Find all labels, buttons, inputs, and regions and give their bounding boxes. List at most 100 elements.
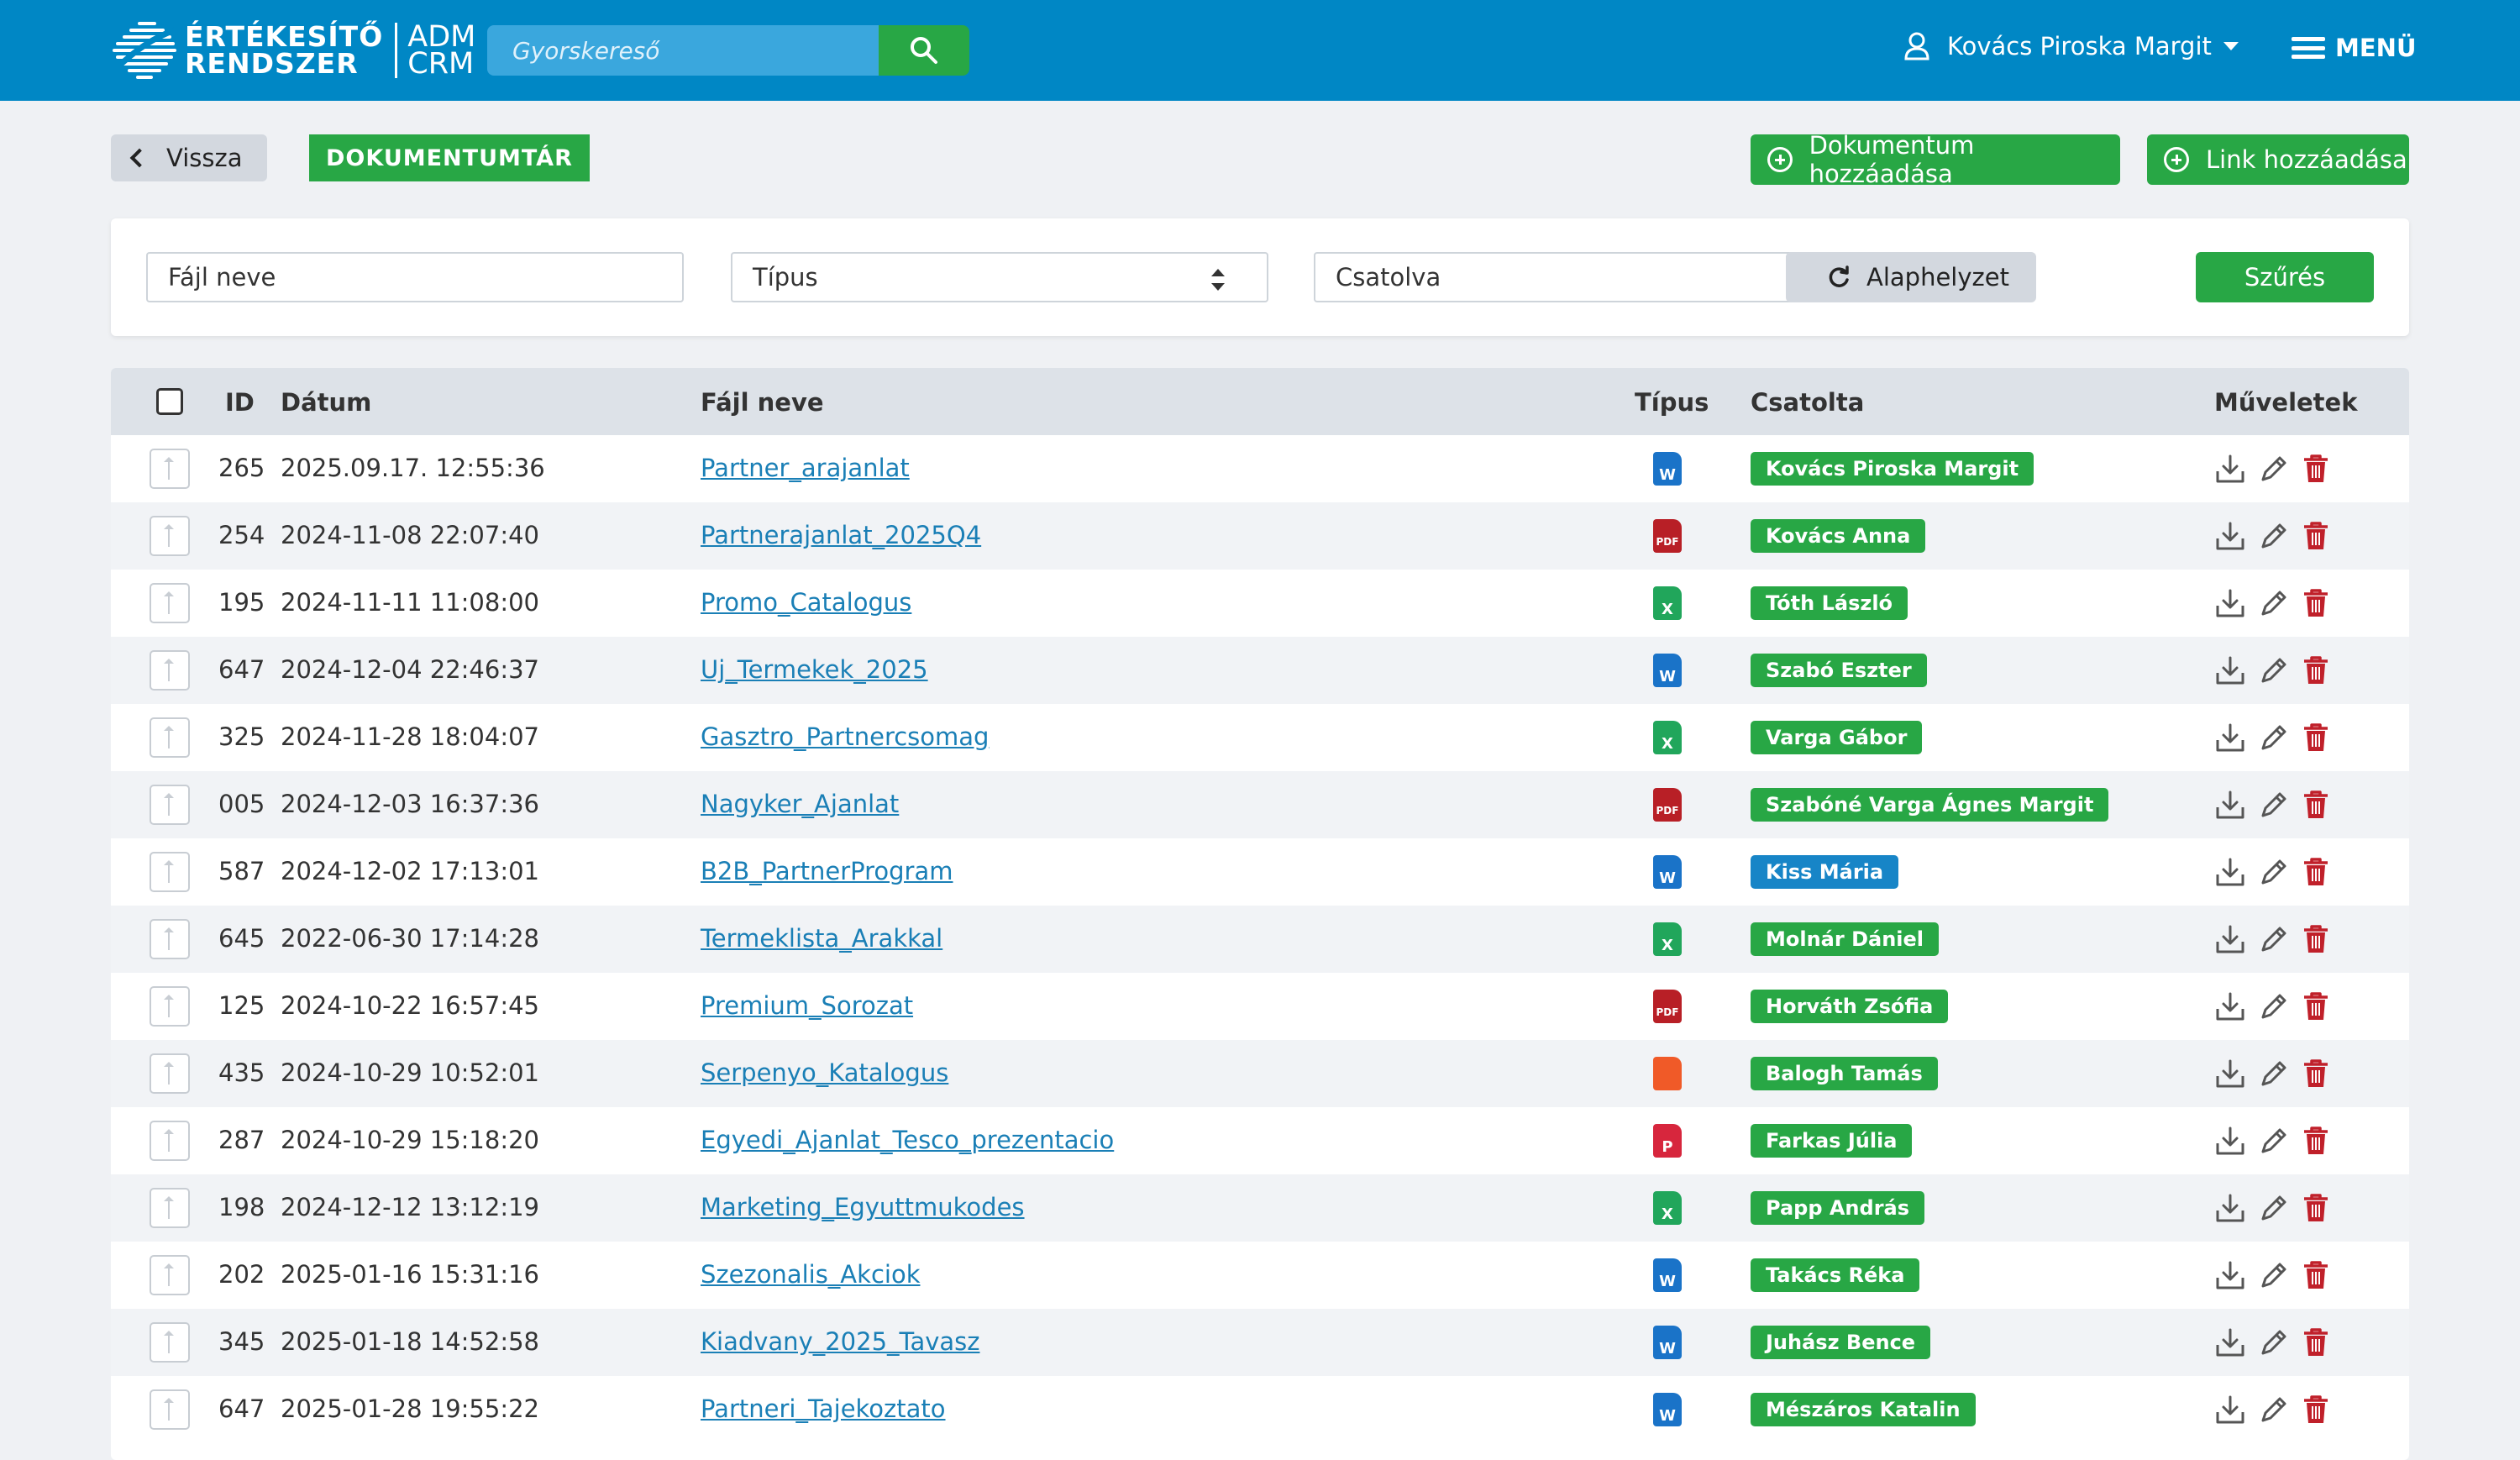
delete-icon[interactable] [2302,587,2330,619]
download-icon[interactable] [2214,923,2246,955]
edit-icon[interactable] [2258,789,2290,821]
col-date[interactable]: Dátum [281,388,371,417]
download-icon[interactable] [2214,587,2246,619]
row-filename-link[interactable]: Gasztro_Partnercsomag [701,722,989,751]
row-filename-link[interactable]: Serpenyo_Katalogus [701,1058,948,1087]
drag-handle-icon[interactable] [150,919,190,959]
delete-icon[interactable] [2302,1394,2330,1426]
edit-icon[interactable] [2258,520,2290,552]
edit-icon[interactable] [2258,453,2290,485]
drag-handle-icon[interactable] [150,717,190,758]
row-id: 435 [218,1058,265,1087]
edit-icon[interactable] [2258,1326,2290,1358]
app-logo[interactable]: ÉRTÉKESÍTŐ RENDSZER ADM CRM [111,20,475,81]
drag-handle-icon[interactable] [150,1322,190,1363]
delete-icon[interactable] [2302,856,2330,888]
row-filename-link[interactable]: Egyedi_Ajanlat_Tesco_prezentacio [701,1126,1114,1154]
edit-icon[interactable] [2258,722,2290,754]
edit-icon[interactable] [2258,587,2290,619]
edit-icon[interactable] [2258,1058,2290,1090]
row-filename-link[interactable]: Nagyker_Ajanlat [701,790,899,818]
delete-icon[interactable] [2302,654,2330,686]
delete-icon[interactable] [2302,453,2330,485]
edit-icon[interactable] [2258,1259,2290,1291]
row-filename-link[interactable]: B2B_PartnerProgram [701,857,953,885]
row-filename-link[interactable]: Premium_Sorozat [701,991,913,1020]
select-all-checkbox[interactable] [156,388,183,415]
delete-icon[interactable] [2302,1058,2330,1090]
edit-icon[interactable] [2258,1192,2290,1224]
download-icon[interactable] [2214,856,2246,888]
drag-handle-icon[interactable] [150,1053,190,1094]
edit-icon[interactable] [2258,1394,2290,1426]
download-icon[interactable] [2214,789,2246,821]
edit-icon[interactable] [2258,923,2290,955]
edit-icon[interactable] [2258,654,2290,686]
add-document-button[interactable]: Dokumentum hozzáadása [1751,131,2120,188]
drag-handle-icon[interactable] [150,1255,190,1295]
drag-handle-icon[interactable] [150,449,190,489]
delete-icon[interactable] [2302,722,2330,754]
table-row: 202 2025-01-16 15:31:16 Szezonalis_Akciok W… [111,1242,2409,1309]
edit-icon[interactable] [2258,1125,2290,1157]
filename-filter-input[interactable]: Fájl neve [146,252,684,302]
download-icon[interactable] [2214,453,2246,485]
main-menu-button[interactable]: MENÜ [2292,34,2417,62]
delete-icon[interactable] [2302,1259,2330,1291]
drag-handle-icon[interactable] [150,1121,190,1161]
search-button[interactable] [879,25,969,76]
download-icon[interactable] [2214,1058,2246,1090]
delete-icon[interactable] [2302,923,2330,955]
word-file-icon: W [1653,1258,1682,1292]
col-filename[interactable]: Fájl neve [701,388,824,417]
delete-icon[interactable] [2302,1192,2330,1224]
row-filename-link[interactable]: Kiadvany_2025_Tavasz [701,1327,979,1356]
drag-handle-icon[interactable] [150,650,190,691]
col-attached-by[interactable]: Csatolta [1751,388,1864,417]
drag-handle-icon[interactable] [150,986,190,1027]
apply-filter-button[interactable]: Szűrés [2196,252,2374,302]
row-filename-link[interactable]: Szezonalis_Akciok [701,1260,920,1289]
row-id: 647 [218,655,265,684]
download-icon[interactable] [2214,1394,2246,1426]
drag-handle-icon[interactable] [150,852,190,892]
drag-handle-icon[interactable] [150,516,190,556]
download-icon[interactable] [2214,1192,2246,1224]
download-icon[interactable] [2214,520,2246,552]
delete-icon[interactable] [2302,520,2330,552]
download-icon[interactable] [2214,990,2246,1022]
quick-search-input[interactable]: Gyorskereső [487,25,885,76]
col-id[interactable]: ID [225,388,255,417]
col-type[interactable]: Típus [1635,388,1709,417]
reset-button[interactable]: Alaphelyzet [1786,252,2036,302]
download-icon[interactable] [2214,654,2246,686]
attached-filter-select[interactable]: Csatolva [1314,252,1851,302]
delete-icon[interactable] [2302,1125,2330,1157]
row-filename-link[interactable]: Partner_arajanlat [701,454,910,482]
user-menu[interactable]: Kovács Piroska Margit [1903,32,2239,60]
drag-handle-icon[interactable] [150,583,190,623]
row-filename-link[interactable]: Termeklista_Arakkal [701,924,942,953]
edit-icon[interactable] [2258,990,2290,1022]
delete-icon[interactable] [2302,789,2330,821]
edit-icon[interactable] [2258,856,2290,888]
drag-handle-icon[interactable] [150,1389,190,1430]
drag-handle-icon[interactable] [150,1188,190,1228]
delete-icon[interactable] [2302,990,2330,1022]
download-icon[interactable] [2214,1259,2246,1291]
type-filter-select[interactable]: Típus [731,252,1268,302]
excel-file-icon: X [1653,1191,1682,1225]
drag-handle-icon[interactable] [150,785,190,825]
download-icon[interactable] [2214,1125,2246,1157]
row-filename-link[interactable]: Partneri_Tajekoztato [701,1394,946,1423]
add-link-button[interactable]: Link hozzáadása [2147,134,2409,185]
row-filename-link[interactable]: Partnerajanlat_2025Q4 [701,521,981,549]
delete-icon[interactable] [2302,1326,2330,1358]
row-filename-link[interactable]: Uj_Termekek_2025 [701,655,928,684]
back-button[interactable]: Vissza [111,134,267,181]
table-row: 325 2024-11-28 18:04:07 Gasztro_Partnercso… [111,704,2409,771]
download-icon[interactable] [2214,722,2246,754]
download-icon[interactable] [2214,1326,2246,1358]
row-filename-link[interactable]: Promo_Catalogus [701,588,911,617]
row-filename-link[interactable]: Marketing_Egyuttmukodes [701,1193,1025,1221]
